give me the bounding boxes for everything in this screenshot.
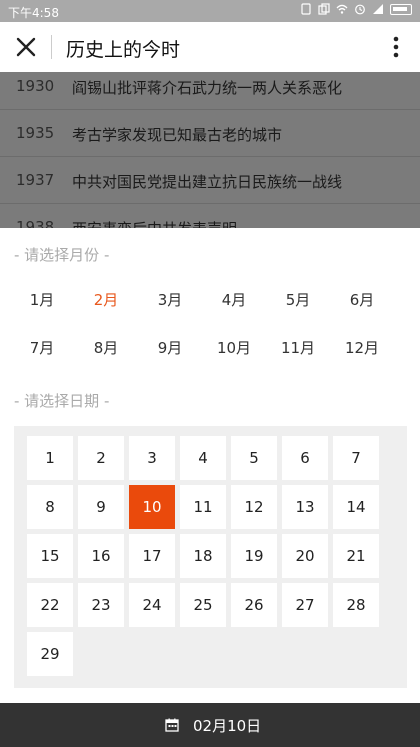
month-option[interactable]: 10月: [202, 334, 266, 362]
month-option[interactable]: 3月: [138, 286, 202, 314]
confirm-date-bar[interactable]: 02月10日: [0, 703, 420, 747]
month-option[interactable]: 12月: [330, 334, 394, 362]
selected-date: 02月10日: [193, 717, 262, 735]
day-cell[interactable]: 23: [78, 583, 124, 627]
month-option[interactable]: 5月: [266, 286, 330, 314]
month-section-label: - 请选择月份 -: [14, 246, 110, 264]
day-cell[interactable]: 1: [27, 436, 73, 480]
month-option[interactable]: 7月: [10, 334, 74, 362]
more-menu-icon[interactable]: [382, 33, 410, 61]
day-cell[interactable]: 6: [282, 436, 328, 480]
day-cell[interactable]: 26: [231, 583, 277, 627]
event-year: 1937: [16, 171, 55, 189]
month-option[interactable]: 1月: [10, 286, 74, 314]
day-cell[interactable]: 3: [129, 436, 175, 480]
month-option[interactable]: 11月: [266, 334, 330, 362]
alarm-icon: [355, 4, 365, 15]
event-title: 阎锡山批评蒋介石武力统一两人关系恶化: [72, 79, 343, 97]
event-list: 1930 阎锡山批评蒋介石武力统一两人关系恶化 1935 考古学家发现已知最古老…: [0, 72, 420, 228]
page-title: 历史上的今时: [66, 39, 181, 61]
month-option[interactable]: 8月: [74, 334, 138, 362]
day-cell[interactable]: 25: [180, 583, 226, 627]
status-icons: [300, 3, 412, 15]
calendar-icon: [165, 718, 179, 732]
day-cell[interactable]: 28: [333, 583, 379, 627]
date-picker-panel: - 请选择月份 - 1月 2月 3月 4月 5月 6月 7月 8月 9月 10月 11月 12月 - …: [0, 228, 420, 703]
month-option[interactable]: 6月: [330, 286, 394, 314]
day-cell[interactable]: 2: [78, 436, 124, 480]
day-cell[interactable]: 21: [333, 534, 379, 578]
day-section-label: - 请选择日期 -: [14, 392, 110, 410]
event-year: 1938: [16, 218, 55, 228]
event-title: 西安事变后中共发表声明: [72, 218, 237, 228]
day-cell[interactable]: 8: [27, 485, 73, 529]
day-cell[interactable]: 14: [333, 485, 379, 529]
status-bar: 下午4:58: [0, 0, 420, 22]
day-cell[interactable]: 5: [231, 436, 277, 480]
event-row[interactable]: 1930 阎锡山批评蒋介石武力统一两人关系恶化: [0, 72, 420, 110]
event-year: 1935: [16, 124, 55, 142]
copy-icon: [318, 3, 330, 15]
event-row[interactable]: 1937 中共对国民党提出建立抗日民族统一战线: [0, 157, 420, 204]
battery-icon: [390, 3, 412, 15]
close-icon[interactable]: [12, 33, 40, 61]
status-time: 下午4:58: [8, 6, 59, 20]
day-cell[interactable]: 18: [180, 534, 226, 578]
title-bar: 历史上的今时: [0, 22, 420, 72]
day-cell[interactable]: 10: [129, 485, 175, 529]
day-cell[interactable]: 11: [180, 485, 226, 529]
event-year: 1930: [16, 77, 55, 95]
day-grid: 1 2 3 4 5 6 7 8 9 10 11 12 13 14 15 16 17 18 19 20 21 22 23 24 2…: [14, 426, 407, 688]
day-cell[interactable]: 4: [180, 436, 226, 480]
day-cell[interactable]: 16: [78, 534, 124, 578]
event-title: 中共对国民党提出建立抗日民族统一战线: [72, 173, 343, 191]
day-cell[interactable]: 24: [129, 583, 175, 627]
day-cell[interactable]: 17: [129, 534, 175, 578]
day-cell[interactable]: 9: [78, 485, 124, 529]
month-option[interactable]: 9月: [138, 334, 202, 362]
day-cell[interactable]: 12: [231, 485, 277, 529]
day-cell[interactable]: 13: [282, 485, 328, 529]
day-cell[interactable]: 7: [333, 436, 379, 480]
day-cell[interactable]: 22: [27, 583, 73, 627]
wifi-icon: [336, 4, 348, 14]
event-row[interactable]: 1938 西安事变后中共发表声明: [0, 204, 420, 228]
event-row[interactable]: 1935 考古学家发现已知最古老的城市: [0, 110, 420, 157]
event-title: 考古学家发现已知最古老的城市: [72, 126, 283, 144]
day-cell[interactable]: 19: [231, 534, 277, 578]
day-cell[interactable]: 29: [27, 632, 73, 676]
signal-icon: [373, 4, 383, 14]
screen-icon: [301, 3, 311, 15]
header-divider: [51, 35, 52, 59]
month-option[interactable]: 2月: [74, 286, 138, 314]
day-cell[interactable]: 20: [282, 534, 328, 578]
day-cell[interactable]: 27: [282, 583, 328, 627]
day-cell[interactable]: 15: [27, 534, 73, 578]
month-option[interactable]: 4月: [202, 286, 266, 314]
